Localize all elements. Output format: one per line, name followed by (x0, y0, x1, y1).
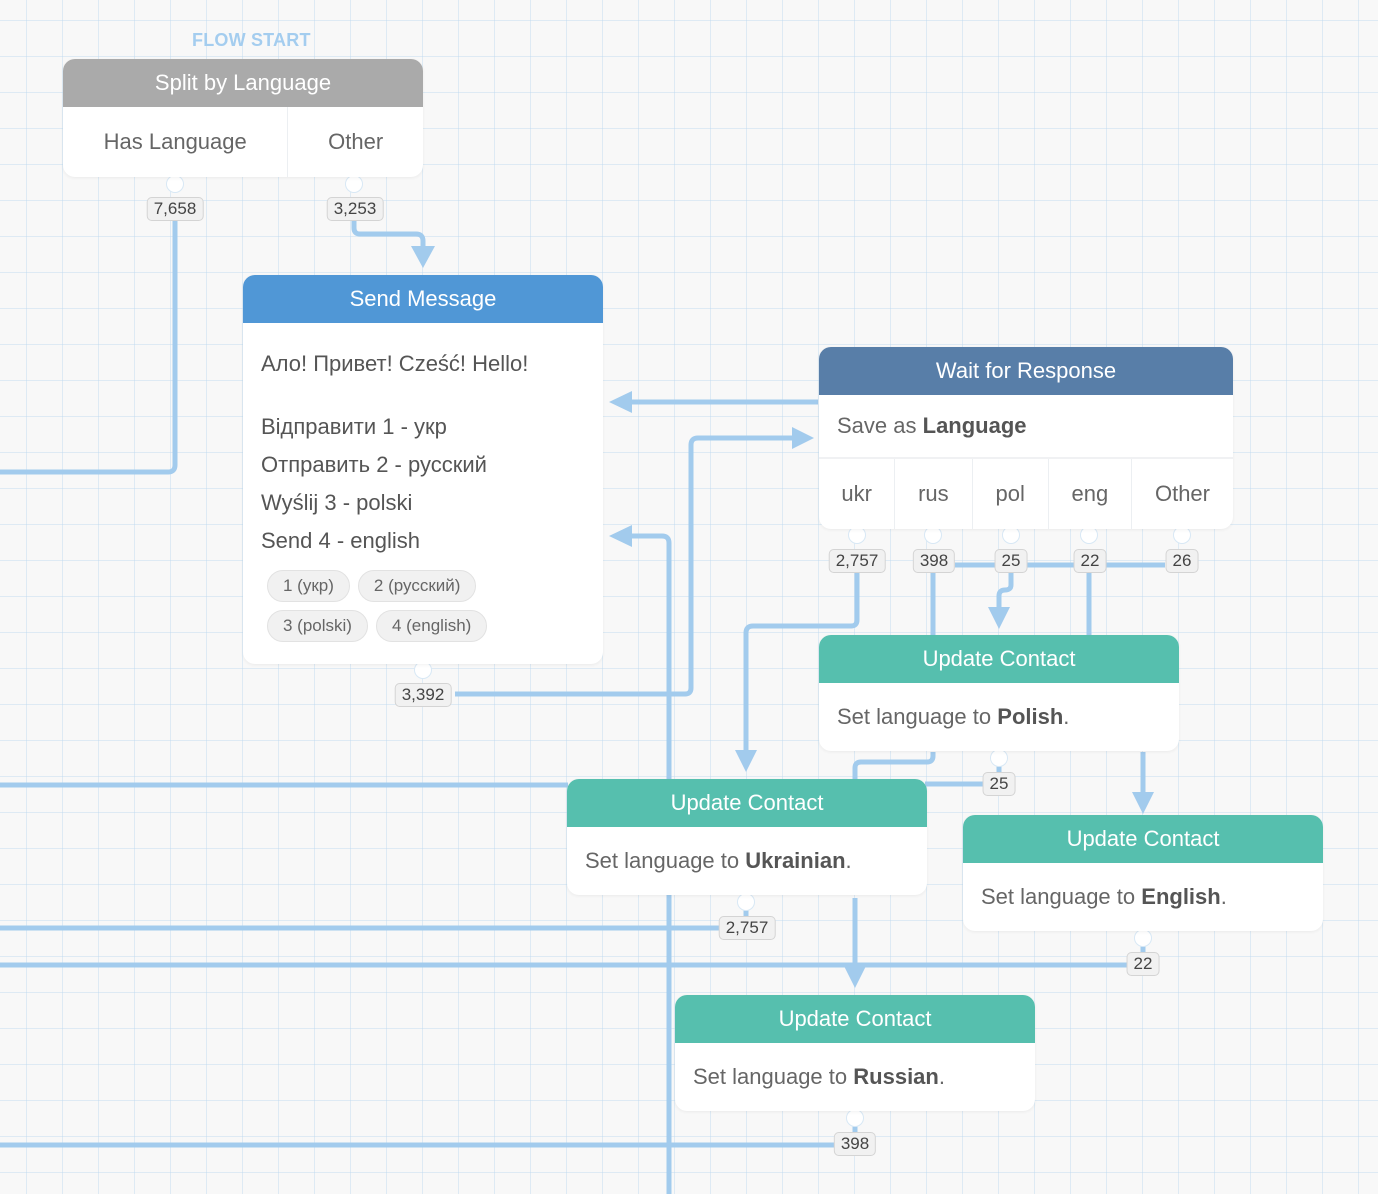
node-header[interactable]: Wait for Response (819, 347, 1233, 395)
count-badge-has-language[interactable]: 7,658 (146, 197, 204, 221)
action-suffix: . (1063, 704, 1070, 729)
count-badge-ukrainian[interactable]: 2,757 (718, 916, 776, 940)
wire-ukrainian-exit[interactable] (0, 900, 749, 931)
category-other[interactable]: Other (1130, 459, 1233, 529)
arrow-head-icon (844, 966, 866, 988)
action-suffix: . (938, 1064, 945, 1089)
action-suffix: . (845, 848, 852, 873)
category-other[interactable]: Other (287, 107, 423, 177)
update-contact-polish-node[interactable]: Update Contact Set language to Polish. (819, 635, 1179, 751)
wire-russian-exit[interactable] (0, 1118, 858, 1148)
quick-reply[interactable]: 4 (english) (375, 610, 488, 642)
action-value: Russian (853, 1064, 939, 1089)
category-pol[interactable]: pol (971, 459, 1048, 529)
count-badge-english[interactable]: 22 (1126, 952, 1160, 976)
message-line: Отправить 2 - русский (261, 452, 487, 477)
exit-dot-icon[interactable] (166, 175, 184, 193)
count-badge-pol[interactable]: 25 (994, 549, 1028, 573)
count-badge-rus[interactable]: 398 (912, 549, 956, 573)
category-ukr[interactable]: ukr (819, 459, 894, 529)
action-value: English (1141, 884, 1221, 909)
arrow-head-icon (609, 525, 632, 547)
send-message-node[interactable]: Send Message Ало! Привет! Cześć! Hello! … (243, 275, 603, 664)
wait-for-response-node[interactable]: Wait for Response Save as Language ukr r… (819, 347, 1233, 529)
wire-english-exit[interactable] (0, 940, 1146, 968)
count-badge-other[interactable]: 3,253 (326, 197, 384, 221)
node-header[interactable]: Update Contact (675, 995, 1035, 1043)
save-as-variable: Language (922, 413, 1027, 438)
category-row: Has Language Other (63, 107, 423, 177)
update-contact-ukrainian-node[interactable]: Update Contact Set language to Ukrainian… (567, 779, 927, 895)
action-prefix: Set language to (981, 884, 1136, 909)
action-value: Polish (997, 704, 1064, 729)
message-line: Send 4 - english (261, 528, 420, 553)
count-badge-russian[interactable]: 398 (833, 1132, 877, 1156)
exit-dot-icon[interactable] (737, 893, 755, 911)
quick-replies: 1 (укр) 2 (русский) 3 (polski) 4 (englis… (261, 570, 585, 642)
count-badge-ukr[interactable]: 2,757 (828, 549, 886, 573)
category-has-language[interactable]: Has Language (63, 107, 287, 177)
node-header[interactable]: Update Contact (567, 779, 927, 827)
action-text: Set language to Russian. (675, 1043, 1035, 1111)
arrow-head-icon (792, 427, 814, 449)
node-header[interactable]: Update Contact (819, 635, 1179, 683)
exit-dot-icon[interactable] (1134, 929, 1152, 947)
message-line: Відправити 1 - укр (261, 414, 447, 439)
category-row: ukr rus pol eng Other (819, 459, 1233, 529)
arrow-head-icon (411, 246, 435, 268)
update-contact-english-node[interactable]: Update Contact Set language to English. (963, 815, 1323, 931)
action-text: Set language to English. (963, 863, 1323, 931)
save-as-prefix: Save as (837, 413, 917, 438)
wire-has-language[interactable] (0, 200, 178, 475)
action-suffix: . (1220, 884, 1227, 909)
arrow-head-icon (735, 750, 757, 772)
action-value: Ukrainian (745, 848, 846, 873)
arrow-head-icon (988, 607, 1010, 629)
exit-dot-icon[interactable] (846, 1109, 864, 1127)
quick-reply[interactable]: 1 (укр) (267, 570, 350, 602)
save-as-text: Save as Language (819, 395, 1233, 459)
exit-dot-icon[interactable] (345, 175, 363, 193)
count-badge-polish[interactable]: 25 (982, 772, 1016, 796)
quick-reply[interactable]: 3 (polski) (267, 610, 368, 642)
split-by-language-node[interactable]: Split by Language Has Language Other (63, 59, 423, 177)
message-text: Ало! Привет! Cześć! Hello! Відправити 1 … (243, 323, 603, 668)
message-line: Ало! Привет! Cześć! Hello! (261, 351, 529, 376)
node-header[interactable]: Split by Language (63, 59, 423, 107)
node-header[interactable]: Send Message (243, 275, 603, 323)
wire-pol-to-polish[interactable] (996, 572, 1014, 610)
count-badge-other[interactable]: 26 (1165, 549, 1199, 573)
update-contact-russian-node[interactable]: Update Contact Set language to Russian. (675, 995, 1035, 1111)
action-prefix: Set language to (693, 1064, 848, 1089)
action-prefix: Set language to (837, 704, 992, 729)
quick-reply[interactable]: 2 (русский) (357, 570, 477, 602)
category-rus[interactable]: rus (894, 459, 971, 529)
node-header[interactable]: Update Contact (963, 815, 1323, 863)
category-eng[interactable]: eng (1047, 459, 1131, 529)
flow-start-label: FLOW START (192, 30, 311, 50)
message-line: Wyślij 3 - polski (261, 490, 413, 515)
action-prefix: Set language to (585, 848, 740, 873)
exit-dot-icon[interactable] (990, 749, 1008, 767)
wire-rus-to-russian[interactable] (852, 752, 936, 780)
count-badge-eng[interactable]: 22 (1073, 549, 1107, 573)
action-text: Set language to Ukrainian. (567, 827, 927, 895)
count-badge-send-message[interactable]: 3,392 (394, 683, 452, 707)
arrow-head-icon (1132, 792, 1154, 814)
action-text: Set language to Polish. (819, 683, 1179, 751)
arrow-head-icon (609, 391, 632, 413)
